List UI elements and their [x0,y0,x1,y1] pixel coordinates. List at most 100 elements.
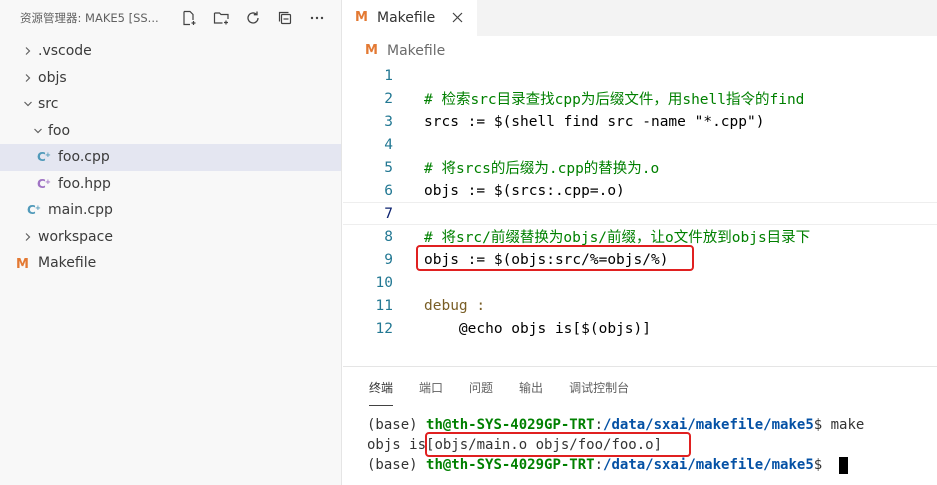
line-number: 12 [375,320,393,337]
terminal-env: (base) [367,457,427,473]
code-line: 1 [343,64,937,87]
line-number: 4 [384,136,393,153]
explorer-header: 资源管理器: MAKE5 [SS... [0,0,341,36]
line-number: 2 [384,90,393,107]
chevron-down-icon [20,96,36,112]
terminal-prompt: $ [813,417,831,433]
cpp-file-icon: C + [26,202,42,218]
tree-item-label: Makefile [38,255,97,272]
code-text: srcs := $(shell find src -name "*.cpp") [424,113,765,130]
tab-terminal[interactable]: 终端 [369,379,394,406]
tree-item-vscode[interactable]: .vscode [0,38,341,65]
code-line: 9 objs := $(objs:src/%=objs/%) [343,245,937,271]
chevron-right-icon [20,43,36,59]
cpp-file-icon: C + [36,149,52,165]
svg-text:+: + [35,204,41,212]
tree-item-makefile[interactable]: M Makefile [0,250,341,277]
explorer-actions [180,9,326,27]
code-text: objs := $(srcs:.cpp=.o) [424,182,625,199]
highlight-box [425,432,691,457]
code-editor[interactable]: 1 2 # 检索src目录查找cpp为后缀文件，用shell指令的find 3 sr… [343,64,937,340]
new-file-icon[interactable] [180,9,198,27]
code-comment: # 将src/前缀替换为objs/前缀，让o文件放到objs目录下 [424,230,811,246]
code-line: 4 [343,133,937,156]
terminal-cursor [838,456,848,474]
code-line: 10 [343,271,937,294]
terminal-line: (base) th@th-SYS-4029GP-TRT:/data/sxai/m… [367,455,864,475]
collapse-all-icon[interactable] [276,9,294,27]
makefile-icon: M [365,42,381,60]
terminal-path: /data/sxai/makefile/make5 [603,457,814,473]
highlight-box [416,245,694,271]
new-folder-icon[interactable] [212,9,230,27]
more-icon[interactable] [308,9,326,27]
code-line: 11 debug : [343,294,937,317]
tree-item-label: foo.hpp [58,175,111,192]
line-number: 10 [375,274,393,291]
code-line: 12 @echo objs is[$(objs)] [343,317,937,340]
explorer-sidebar: 资源管理器: MAKE5 [SS... .vscode objs src foo… [0,0,342,485]
line-number: 9 [384,251,393,268]
svg-text:M: M [355,10,368,23]
breadcrumb[interactable]: M Makefile [343,36,937,66]
panel-tabs: 终端 端口 问题 输出 调试控制台 [343,367,937,407]
tab-debug-console[interactable]: 调试控制台 [569,379,629,396]
bottom-panel: 终端 端口 问题 输出 调试控制台 (base) th@th-SYS-4029G… [343,366,937,485]
makefile-icon: M [355,9,371,27]
code-comment: # 将srcs的后缀为.cpp的替换为.o [424,161,660,177]
chevron-down-icon [30,123,46,139]
explorer-title: 资源管理器: MAKE5 [SS... [20,11,159,25]
chevron-right-icon [20,229,36,245]
terminal-env: (base) [367,417,427,433]
line-number: 6 [384,182,393,199]
code-comment: # 检索src目录查找cpp为后缀文件，用shell指令的find [424,92,805,108]
tree-item-label: foo [48,122,71,139]
hpp-file-icon: C + [36,176,52,192]
code-line: 2 # 检索src目录查找cpp为后缀文件，用shell指令的find [343,87,937,110]
terminal-user-host: th@th-SYS-4029GP-TRT [426,417,595,433]
editor-area: M Makefile M Makefile 1 2 # 检索src目录查找cpp为… [343,0,937,366]
svg-text:+: + [45,151,51,159]
terminal-line: objs is [objs/main.o objs/foo/foo.o] [367,432,864,457]
refresh-icon[interactable] [244,9,262,27]
svg-text:M: M [365,43,378,56]
tree-item-label: .vscode [38,43,92,60]
terminal-prompt: $ [813,457,831,473]
close-icon[interactable] [452,9,463,27]
tree-item-foo[interactable]: foo [0,118,341,145]
tree-item-foo-cpp[interactable]: C + foo.cpp [0,144,341,171]
line-number: 3 [384,113,393,130]
makefile-icon: M [16,255,32,271]
terminal-user-host: th@th-SYS-4029GP-TRT [426,457,595,473]
code-text: @echo objs is[$(objs)] [424,320,651,337]
tree-item-src[interactable]: src [0,91,341,118]
svg-text:M: M [16,257,29,270]
terminal-output-prefix: objs is [367,437,427,453]
code-line: 5 # 将srcs的后缀为.cpp的替换为.o [343,156,937,179]
file-tree: .vscode objs src foo C + foo.cpp C + foo.h… [0,38,341,277]
tree-item-label: objs [38,69,67,86]
svg-text:+: + [45,178,51,186]
terminal-sep: : [594,457,604,473]
line-number: 5 [384,159,393,176]
tab-makefile[interactable]: M Makefile [343,0,477,36]
tab-ports[interactable]: 端口 [419,379,443,396]
tab-problems[interactable]: 问题 [469,379,493,396]
line-number: 11 [375,297,393,314]
line-number: 7 [384,205,393,222]
code-target: debug : [424,297,486,314]
terminal-path: /data/sxai/makefile/make5 [603,417,814,433]
tab-output[interactable]: 输出 [519,379,543,396]
tree-item-workspace[interactable]: workspace [0,224,341,251]
terminal[interactable]: (base) th@th-SYS-4029GP-TRT:/data/sxai/m… [367,415,864,475]
line-number: 8 [384,228,393,245]
terminal-sep: : [594,417,604,433]
tree-item-foo-hpp[interactable]: C + foo.hpp [0,171,341,198]
editor-tabbar: M Makefile [343,0,937,36]
tree-item-main-cpp[interactable]: C + main.cpp [0,197,341,224]
chevron-right-icon [20,70,36,86]
tree-item-objs[interactable]: objs [0,65,341,92]
tree-item-label: main.cpp [48,202,113,219]
terminal-command: make [830,417,865,433]
tab-label: Makefile [377,10,436,26]
